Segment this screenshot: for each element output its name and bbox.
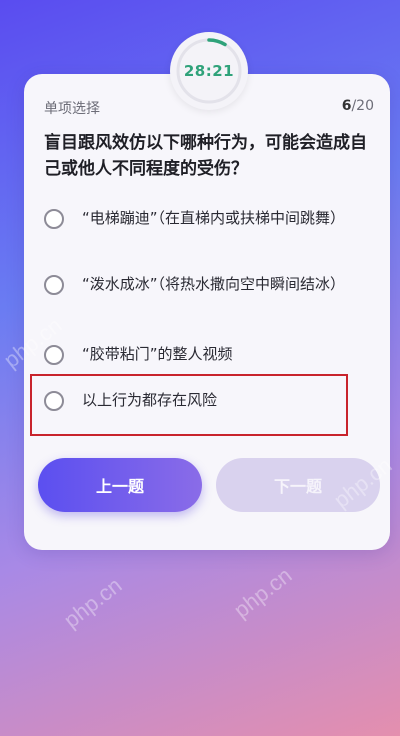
countdown-timer: 28:21 (170, 32, 248, 110)
radio-circle-icon[interactable] (44, 209, 64, 229)
option-3[interactable]: “胶带粘门”的整人视频 (44, 342, 364, 367)
radio-circle-icon[interactable] (44, 275, 64, 295)
option-label: “电梯蹦迪”（在直梯内或扶梯中间跳舞） (82, 209, 346, 227)
option-1[interactable]: “电梯蹦迪”（在直梯内或扶梯中间跳舞） (44, 206, 364, 231)
section-label: 单项选择 (44, 101, 100, 117)
answer-highlight-box (30, 374, 348, 436)
question-text: 盲目跟风效仿以下哪种行为，可能会造成自己或他人不同程度的受伤？ (44, 133, 367, 179)
previous-question-button[interactable]: 上一题 (38, 458, 202, 512)
question-progress: 6/20 (342, 98, 374, 114)
timer-value: 28:21 (183, 62, 235, 80)
watermark-text: php.cn (228, 562, 297, 623)
progress-current: 6 (341, 98, 352, 114)
option-2[interactable]: “泼水成冰”（将热水撒向空中瞬间结冰） (44, 272, 364, 297)
option-label: “胶带粘门”的整人视频 (82, 345, 233, 363)
progress-total: /20 (351, 98, 374, 114)
option-label: “泼水成冰”（将热水撒向空中瞬间结冰） (82, 275, 346, 293)
watermark-text: php.cn (58, 572, 127, 633)
